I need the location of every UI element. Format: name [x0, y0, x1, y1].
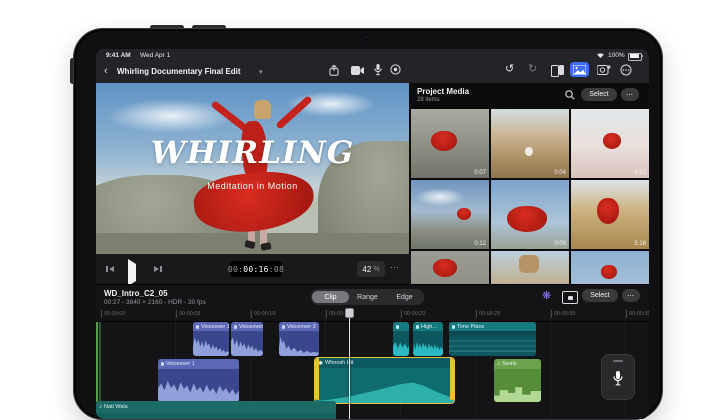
edit-mode-segmented: Clip Range Edge: [311, 289, 424, 305]
ipad-frame: 9:41 AM Wed Apr 1 100% ‹ Whirling Docume…: [73, 28, 663, 420]
battery-icon: [628, 53, 642, 61]
timeline-panel: WD_Intro_C2_05 00:27 - 3840 × 2160 - HDR…: [96, 284, 649, 419]
overlay-icon[interactable]: [562, 291, 576, 302]
skip-back-button[interactable]: [106, 266, 114, 272]
front-camera: [364, 37, 369, 42]
clip-voiceover-3[interactable]: Voiceover 3: [279, 322, 319, 356]
trim-handle-left[interactable]: [315, 358, 319, 400]
drag-handle: [613, 360, 623, 362]
clip-voiceover-1[interactable]: Voiceover 1: [193, 322, 229, 356]
project-dropdown-icon[interactable]: ▾: [259, 68, 263, 76]
transport-more-button[interactable]: ⋯: [390, 262, 400, 273]
search-icon[interactable]: [563, 88, 577, 102]
mic-icon[interactable]: [372, 62, 384, 77]
play-button[interactable]: [128, 264, 136, 282]
timeline-more-button[interactable]: ⋯: [622, 289, 640, 302]
timeline-clip-name: WD_Intro_C2_05: [104, 289, 168, 298]
clip-voiceover-main[interactable]: Voiceover 1: [158, 359, 239, 402]
clip-time-place[interactable]: Time Place: [449, 322, 536, 356]
panel-select-button[interactable]: Select: [581, 88, 617, 101]
clipped-clip-edge: [99, 322, 101, 402]
clip-voiceover-2[interactable]: Voiceover 2: [231, 322, 263, 356]
import-camera-icon[interactable]: [596, 63, 612, 76]
skip-forward-button[interactable]: [154, 266, 162, 272]
battery-percent: 100%: [608, 52, 625, 59]
media-thumbnail[interactable]: 5:18: [571, 180, 649, 249]
panel-item-count: 28 items: [417, 97, 440, 103]
timeline-tracks: Voiceover 1 Voiceover 2 Voiceover 3 High…: [96, 309, 649, 419]
record-voiceover-button[interactable]: [601, 354, 635, 400]
zoom-percent-button[interactable]: 42%: [357, 261, 385, 277]
media-thumbnail[interactable]: 4:52: [571, 109, 649, 178]
clipped-clip-edge: [96, 322, 98, 402]
split-view-icon[interactable]: [551, 65, 564, 75]
more-circle-icon[interactable]: [619, 63, 633, 77]
date-label: Wed Apr 1: [140, 52, 170, 59]
media-thumbnail[interactable]: 0:12: [411, 180, 489, 249]
play-icon: [128, 259, 136, 286]
clip-sound-small[interactable]: [393, 322, 409, 356]
screen: 9:41 AM Wed Apr 1 100% ‹ Whirling Docume…: [96, 49, 649, 419]
mode-edge[interactable]: Edge: [386, 291, 423, 303]
playhead-handle[interactable]: [345, 308, 354, 318]
timeline-clip-info: 00:27 - 3840 × 2160 - HDR - 30 fps: [104, 299, 206, 306]
undo-icon[interactable]: ↺: [505, 64, 514, 75]
record-mic-icon: [612, 367, 624, 391]
ai-sparkle-icon[interactable]: ❋: [542, 289, 551, 302]
playhead[interactable]: [349, 309, 350, 419]
viewer-overlay-subtitle: Meditation in Motion: [96, 181, 409, 191]
project-title[interactable]: Whirling Documentary Final Edit: [117, 67, 241, 76]
transport-bar: 00:00:16:08 42% ⋯: [96, 254, 411, 284]
back-chevron-icon[interactable]: ‹: [104, 66, 108, 77]
trim-handle-right[interactable]: [450, 358, 454, 400]
panel-more-button[interactable]: ⋯: [621, 88, 639, 101]
top-chrome: 9:41 AM Wed Apr 1 100% ‹ Whirling Docume…: [96, 49, 649, 83]
media-browser-button[interactable]: [570, 62, 589, 77]
panel-title: Project Media: [417, 87, 469, 96]
redo-icon[interactable]: ↻: [528, 64, 537, 75]
share-icon[interactable]: [327, 63, 341, 77]
media-thumbnail[interactable]: 0:09: [491, 180, 569, 249]
video-camera-icon[interactable]: [350, 63, 365, 77]
mode-clip[interactable]: Clip: [312, 291, 349, 303]
timeline-select-button[interactable]: Select: [582, 289, 618, 302]
wifi-icon: [596, 52, 605, 59]
viewer-overlay-title: WHIRLING: [96, 135, 409, 171]
video-viewer[interactable]: WHIRLING Meditation in Motion: [96, 83, 409, 254]
clip-swirls[interactable]: ♪Swirls: [494, 359, 541, 402]
media-thumbnail[interactable]: 0:07: [411, 109, 489, 178]
clip-whoosh-selected[interactable]: ✺Whoosh Hit: [314, 357, 455, 404]
media-thumbnail[interactable]: 0:04: [491, 109, 569, 178]
clock-label: 9:41 AM: [106, 52, 131, 59]
photo-icon: [573, 65, 586, 75]
mode-range[interactable]: Range: [349, 291, 386, 303]
record-voiceover-icon[interactable]: [389, 63, 402, 76]
clip-high[interactable]: High...: [413, 322, 443, 356]
timecode-display[interactable]: 00:00:16:08: [230, 261, 282, 277]
